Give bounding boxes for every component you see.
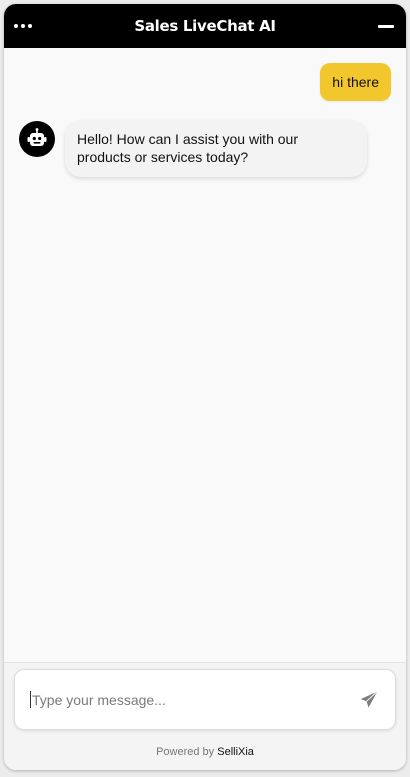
powered-by-label: Powered by [156, 746, 215, 758]
bot-message-bubble: Hello! How can I assist you with our pro… [65, 120, 367, 177]
user-message-bubble: hi there [320, 63, 391, 101]
chat-header: Sales LiveChat AI [4, 4, 406, 48]
bot-message-row: Hello! How can I assist you with our pro… [19, 120, 367, 177]
chat-footer: Powered by SelliXia [4, 662, 406, 770]
ellipsis-icon[interactable] [14, 18, 32, 34]
paper-plane-icon[interactable] [355, 686, 383, 714]
message-input[interactable] [30, 691, 355, 708]
composer [14, 669, 396, 730]
chat-widget: Sales LiveChat AI hi there Hello! How ca… [4, 4, 406, 770]
message-list: hi there Hello! How can I assist you wit… [4, 48, 406, 662]
brand-link[interactable]: SelliXia [217, 746, 254, 758]
robot-icon [19, 121, 55, 157]
powered-by: Powered by SelliXia [4, 746, 406, 758]
chat-title: Sales LiveChat AI [134, 17, 276, 35]
minimize-icon[interactable] [376, 16, 396, 36]
